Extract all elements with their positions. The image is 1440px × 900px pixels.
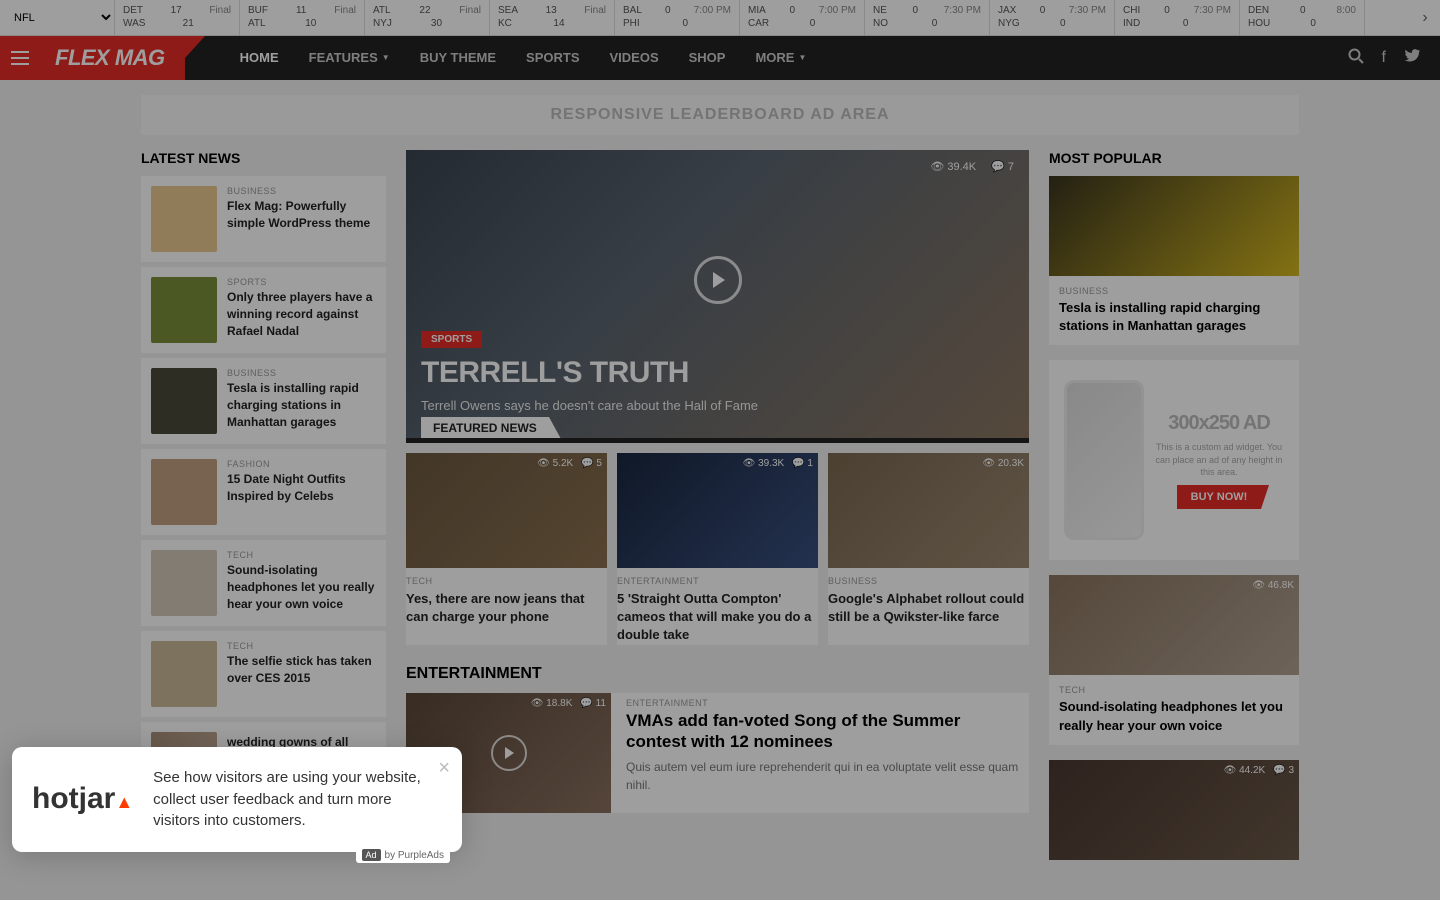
featured-card[interactable]: 👁 20.3KBUSINESSGoogle's Alphabet rollout…	[828, 453, 1029, 645]
hero-article[interactable]: 👁 39.4K 💬 7 SPORTS TERRELL'S TRUTH Terre…	[406, 150, 1029, 438]
topbar: FLEX MAG HOMEFEATURES▼BUY THEMESPORTSVID…	[0, 36, 1440, 80]
play-icon[interactable]	[694, 256, 742, 304]
scoreboard-next[interactable]: ›	[1410, 0, 1440, 35]
news-item[interactable]: TECHSound-isolating headphones let you r…	[141, 540, 386, 626]
nav-item[interactable]: VIDEOS	[595, 36, 674, 80]
popup-text: See how visitors are using your website,…	[153, 767, 442, 832]
hero-title: TERRELL'S TRUTH	[421, 356, 689, 390]
news-item[interactable]: SPORTSOnly three players have a winning …	[141, 267, 386, 353]
featured-card[interactable]: 👁 39.3K💬 1ENTERTAINMENT5 'Straight Outta…	[617, 453, 818, 645]
menu-icon[interactable]	[0, 36, 40, 80]
popup-logo: hotjar▲	[32, 782, 133, 816]
leaderboard-ad[interactable]: RESPONSIVE LEADERBOARD AD AREA	[141, 95, 1299, 135]
views-count: 👁 39.4K	[930, 160, 976, 173]
facebook-icon[interactable]: f	[1382, 49, 1386, 67]
news-item[interactable]: BUSINESSTesla is installing rapid chargi…	[141, 358, 386, 444]
score-game[interactable]: BUF11FinalATL10	[240, 0, 365, 35]
score-game[interactable]: NE07:30 PMNO0	[865, 0, 990, 35]
nav-item[interactable]: SHOP	[674, 36, 741, 80]
sidebar-ad[interactable]: 300x250 ADThis is a custom ad widget. Yo…	[1049, 360, 1299, 560]
section-heading-entertainment: ENTERTAINMENT	[406, 665, 1029, 683]
featured-tab: FEATURED NEWS	[421, 417, 549, 438]
news-item[interactable]: BUSINESSFlex Mag: Powerfully simple Word…	[141, 176, 386, 262]
score-game[interactable]: JAX07:30 PMNYG0	[990, 0, 1115, 35]
play-icon	[491, 735, 527, 771]
popular-article[interactable]: BUSINESSTesla is installing rapid chargi…	[1049, 176, 1299, 345]
popup-ad-credit[interactable]: Adby PurpleAds	[356, 847, 451, 863]
league-select[interactable]: NFL	[0, 0, 115, 35]
main-column: 👁 39.4K 💬 7 SPORTS TERRELL'S TRUTH Terre…	[406, 150, 1029, 875]
hero-category[interactable]: SPORTS	[421, 331, 482, 348]
close-icon[interactable]: ×	[438, 757, 450, 780]
news-item[interactable]: TECHThe selfie stick has taken over CES …	[141, 631, 386, 717]
score-game[interactable]: SEA13FinalKC14	[490, 0, 615, 35]
score-game[interactable]: DEN08:00HOU0	[1240, 0, 1365, 35]
comments-count: 💬 7	[991, 160, 1014, 173]
logo[interactable]: FLEX MAG	[40, 36, 185, 80]
search-icon[interactable]	[1348, 48, 1364, 69]
nav-item[interactable]: HOME	[225, 36, 294, 80]
latest-heading: LATEST NEWS	[141, 150, 386, 166]
scoreboard: NFL DET17FinalWAS21BUF11FinalATL10ATL22F…	[0, 0, 1440, 36]
score-games: DET17FinalWAS21BUF11FinalATL10ATL22Final…	[115, 0, 1410, 35]
popular-heading: MOST POPULAR	[1049, 150, 1299, 166]
nav-item[interactable]: SPORTS	[511, 36, 594, 80]
score-game[interactable]: DET17FinalWAS21	[115, 0, 240, 35]
nav-item[interactable]: FEATURES▼	[294, 36, 405, 80]
score-game[interactable]: MIA07:00 PMCAR0	[740, 0, 865, 35]
popular-article[interactable]: 👁 46.8KTECHSound-isolating headphones le…	[1049, 575, 1299, 744]
popular-article[interactable]: 👁 44.2K💬 3	[1049, 760, 1299, 860]
nav-item[interactable]: BUY THEME	[405, 36, 511, 80]
main-nav: HOMEFEATURES▼BUY THEMESPORTSVIDEOSSHOPMO…	[225, 36, 822, 80]
featured-card[interactable]: 👁 5.2K💬 5TECHYes, there are now jeans th…	[406, 453, 607, 645]
ad-popup: × hotjar▲ See how visitors are using you…	[12, 747, 462, 852]
nav-item[interactable]: MORE▼	[740, 36, 821, 80]
twitter-icon[interactable]	[1404, 49, 1420, 68]
hero-subtitle: Terrell Owens says he doesn't care about…	[421, 398, 758, 413]
score-game[interactable]: ATL22FinalNYJ30	[365, 0, 490, 35]
news-item[interactable]: FASHION15 Date Night Outfits Inspired by…	[141, 449, 386, 535]
score-game[interactable]: CHI07:30 PMIND0	[1115, 0, 1240, 35]
sidebar-popular: MOST POPULAR BUSINESSTesla is installing…	[1049, 150, 1299, 875]
score-game[interactable]: BAL07:00 PMPHI0	[615, 0, 740, 35]
entertainment-article[interactable]: 👁 18.8K💬 11 ENTERTAINMENT VMAs add fan-v…	[406, 693, 1029, 813]
